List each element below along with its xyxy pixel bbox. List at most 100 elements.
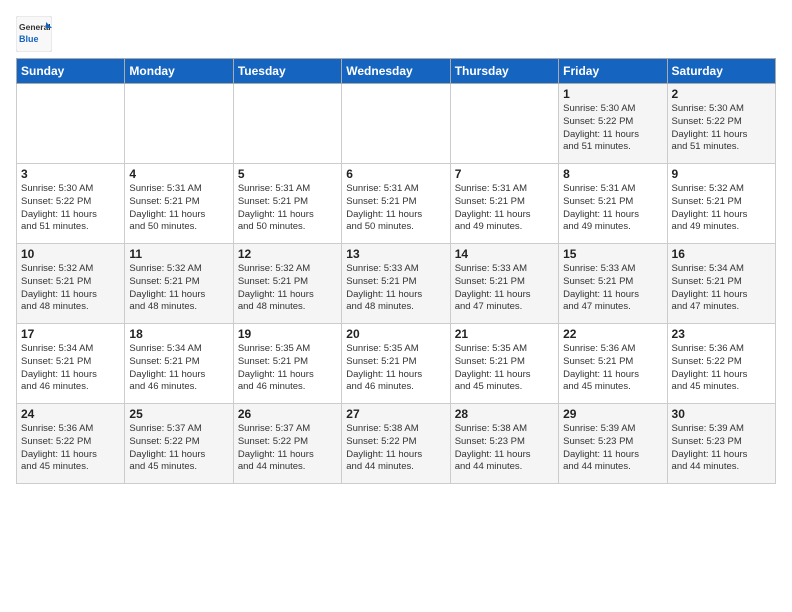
day-info: Sunrise: 5:33 AM Sunset: 5:21 PM Dayligh… xyxy=(563,263,662,314)
calendar-cell: 6 Sunrise: 5:31 AM Sunset: 5:21 PM Daylig… xyxy=(342,164,450,244)
day-number: 13 xyxy=(346,247,445,261)
day-number: 7 xyxy=(455,167,554,181)
day-info: Sunrise: 5:30 AM Sunset: 5:22 PM Dayligh… xyxy=(21,183,120,234)
calendar-cell: 29 Sunrise: 5:39 AM Sunset: 5:23 PM Dayli… xyxy=(559,404,667,484)
day-info: Sunrise: 5:36 AM Sunset: 5:22 PM Dayligh… xyxy=(21,423,120,474)
day-number: 23 xyxy=(672,327,771,341)
day-info: Sunrise: 5:32 AM Sunset: 5:21 PM Dayligh… xyxy=(672,183,771,234)
day-number: 15 xyxy=(563,247,662,261)
day-info: Sunrise: 5:31 AM Sunset: 5:21 PM Dayligh… xyxy=(346,183,445,234)
day-number: 16 xyxy=(672,247,771,261)
calendar-cell: 12 Sunrise: 5:32 AM Sunset: 5:21 PM Dayli… xyxy=(233,244,341,324)
day-number: 10 xyxy=(21,247,120,261)
day-number: 30 xyxy=(672,407,771,421)
day-info: Sunrise: 5:30 AM Sunset: 5:22 PM Dayligh… xyxy=(563,103,662,154)
calendar-cell: 22 Sunrise: 5:36 AM Sunset: 5:21 PM Dayli… xyxy=(559,324,667,404)
day-number: 24 xyxy=(21,407,120,421)
logo: General Blue xyxy=(16,16,52,52)
week-row-5: 24 Sunrise: 5:36 AM Sunset: 5:22 PM Dayli… xyxy=(17,404,776,484)
calendar-cell: 15 Sunrise: 5:33 AM Sunset: 5:21 PM Dayli… xyxy=(559,244,667,324)
calendar-cell: 23Sunrise: 5:36 AM Sunset: 5:22 PM Dayli… xyxy=(667,324,775,404)
day-header-monday: Monday xyxy=(125,59,233,84)
calendar-cell xyxy=(342,84,450,164)
week-row-2: 3 Sunrise: 5:30 AM Sunset: 5:22 PM Daylig… xyxy=(17,164,776,244)
day-number: 4 xyxy=(129,167,228,181)
day-info: Sunrise: 5:32 AM Sunset: 5:21 PM Dayligh… xyxy=(238,263,337,314)
day-number: 18 xyxy=(129,327,228,341)
day-header-tuesday: Tuesday xyxy=(233,59,341,84)
day-info: Sunrise: 5:31 AM Sunset: 5:21 PM Dayligh… xyxy=(238,183,337,234)
day-number: 19 xyxy=(238,327,337,341)
day-number: 6 xyxy=(346,167,445,181)
day-info: Sunrise: 5:32 AM Sunset: 5:21 PM Dayligh… xyxy=(129,263,228,314)
calendar-cell: 28Sunrise: 5:38 AM Sunset: 5:23 PM Dayli… xyxy=(450,404,558,484)
day-header-wednesday: Wednesday xyxy=(342,59,450,84)
calendar-cell: 4 Sunrise: 5:31 AM Sunset: 5:21 PM Daylig… xyxy=(125,164,233,244)
day-info: Sunrise: 5:38 AM Sunset: 5:22 PM Dayligh… xyxy=(346,423,445,474)
day-info: Sunrise: 5:39 AM Sunset: 5:23 PM Dayligh… xyxy=(563,423,662,474)
day-info: Sunrise: 5:37 AM Sunset: 5:22 PM Dayligh… xyxy=(129,423,228,474)
calendar-cell: 21Sunrise: 5:35 AM Sunset: 5:21 PM Dayli… xyxy=(450,324,558,404)
calendar-cell: 20 Sunrise: 5:35 AM Sunset: 5:21 PM Dayli… xyxy=(342,324,450,404)
calendar-cell: 11 Sunrise: 5:32 AM Sunset: 5:21 PM Dayli… xyxy=(125,244,233,324)
calendar-cell: 16 Sunrise: 5:34 AM Sunset: 5:21 PM Dayli… xyxy=(667,244,775,324)
day-number: 1 xyxy=(563,87,662,101)
calendar-cell: 13 Sunrise: 5:33 AM Sunset: 5:21 PM Dayli… xyxy=(342,244,450,324)
day-info: Sunrise: 5:32 AM Sunset: 5:21 PM Dayligh… xyxy=(21,263,120,314)
day-header-thursday: Thursday xyxy=(450,59,558,84)
calendar-cell xyxy=(17,84,125,164)
calendar-cell: 27 Sunrise: 5:38 AM Sunset: 5:22 PM Dayli… xyxy=(342,404,450,484)
calendar-cell: 1 Sunrise: 5:30 AM Sunset: 5:22 PM Daylig… xyxy=(559,84,667,164)
day-info: Sunrise: 5:35 AM Sunset: 5:21 PM Dayligh… xyxy=(238,343,337,394)
calendar-cell: 17 Sunrise: 5:34 AM Sunset: 5:21 PM Dayli… xyxy=(17,324,125,404)
week-row-3: 10 Sunrise: 5:32 AM Sunset: 5:21 PM Dayli… xyxy=(17,244,776,324)
day-number: 2 xyxy=(672,87,771,101)
day-number: 3 xyxy=(21,167,120,181)
svg-text:Blue: Blue xyxy=(19,34,39,44)
day-number: 29 xyxy=(563,407,662,421)
day-number: 17 xyxy=(21,327,120,341)
day-info: Sunrise: 5:30 AM Sunset: 5:22 PM Dayligh… xyxy=(672,103,771,154)
calendar-cell xyxy=(233,84,341,164)
calendar-cell: 7Sunrise: 5:31 AM Sunset: 5:21 PM Daylig… xyxy=(450,164,558,244)
day-number: 27 xyxy=(346,407,445,421)
day-info: Sunrise: 5:35 AM Sunset: 5:21 PM Dayligh… xyxy=(346,343,445,394)
day-header-sunday: Sunday xyxy=(17,59,125,84)
day-header-friday: Friday xyxy=(559,59,667,84)
calendar-cell: 3 Sunrise: 5:30 AM Sunset: 5:22 PM Daylig… xyxy=(17,164,125,244)
day-info: Sunrise: 5:34 AM Sunset: 5:21 PM Dayligh… xyxy=(129,343,228,394)
day-number: 25 xyxy=(129,407,228,421)
day-number: 8 xyxy=(563,167,662,181)
calendar-cell: 30Sunrise: 5:39 AM Sunset: 5:23 PM Dayli… xyxy=(667,404,775,484)
calendar-cell: 19 Sunrise: 5:35 AM Sunset: 5:21 PM Dayli… xyxy=(233,324,341,404)
day-info: Sunrise: 5:31 AM Sunset: 5:21 PM Dayligh… xyxy=(563,183,662,234)
day-number: 12 xyxy=(238,247,337,261)
week-row-4: 17 Sunrise: 5:34 AM Sunset: 5:21 PM Dayli… xyxy=(17,324,776,404)
calendar-cell: 9 Sunrise: 5:32 AM Sunset: 5:21 PM Daylig… xyxy=(667,164,775,244)
days-header-row: SundayMondayTuesdayWednesdayThursdayFrid… xyxy=(17,59,776,84)
calendar-cell: 25 Sunrise: 5:37 AM Sunset: 5:22 PM Dayli… xyxy=(125,404,233,484)
day-number: 5 xyxy=(238,167,337,181)
calendar-cell: 2 Sunrise: 5:30 AM Sunset: 5:22 PM Daylig… xyxy=(667,84,775,164)
day-info: Sunrise: 5:37 AM Sunset: 5:22 PM Dayligh… xyxy=(238,423,337,474)
day-info: Sunrise: 5:34 AM Sunset: 5:21 PM Dayligh… xyxy=(21,343,120,394)
calendar-cell: 10 Sunrise: 5:32 AM Sunset: 5:21 PM Dayli… xyxy=(17,244,125,324)
header: General Blue xyxy=(16,10,776,52)
calendar-cell xyxy=(450,84,558,164)
calendar-cell: 5 Sunrise: 5:31 AM Sunset: 5:21 PM Daylig… xyxy=(233,164,341,244)
day-info: Sunrise: 5:33 AM Sunset: 5:21 PM Dayligh… xyxy=(346,263,445,314)
day-info: Sunrise: 5:31 AM Sunset: 5:21 PM Dayligh… xyxy=(129,183,228,234)
day-info: Sunrise: 5:34 AM Sunset: 5:21 PM Dayligh… xyxy=(672,263,771,314)
calendar-cell: 14 Sunrise: 5:33 AM Sunset: 5:21 PM Dayli… xyxy=(450,244,558,324)
day-number: 11 xyxy=(129,247,228,261)
day-number: 20 xyxy=(346,327,445,341)
calendar-cell xyxy=(125,84,233,164)
day-info: Sunrise: 5:36 AM Sunset: 5:21 PM Dayligh… xyxy=(563,343,662,394)
day-number: 14 xyxy=(455,247,554,261)
calendar-cell: 8 Sunrise: 5:31 AM Sunset: 5:21 PM Daylig… xyxy=(559,164,667,244)
day-info: Sunrise: 5:33 AM Sunset: 5:21 PM Dayligh… xyxy=(455,263,554,314)
calendar-cell: 26Sunrise: 5:37 AM Sunset: 5:22 PM Dayli… xyxy=(233,404,341,484)
logo-svg: General Blue xyxy=(16,16,52,52)
day-number: 9 xyxy=(672,167,771,181)
day-number: 22 xyxy=(563,327,662,341)
